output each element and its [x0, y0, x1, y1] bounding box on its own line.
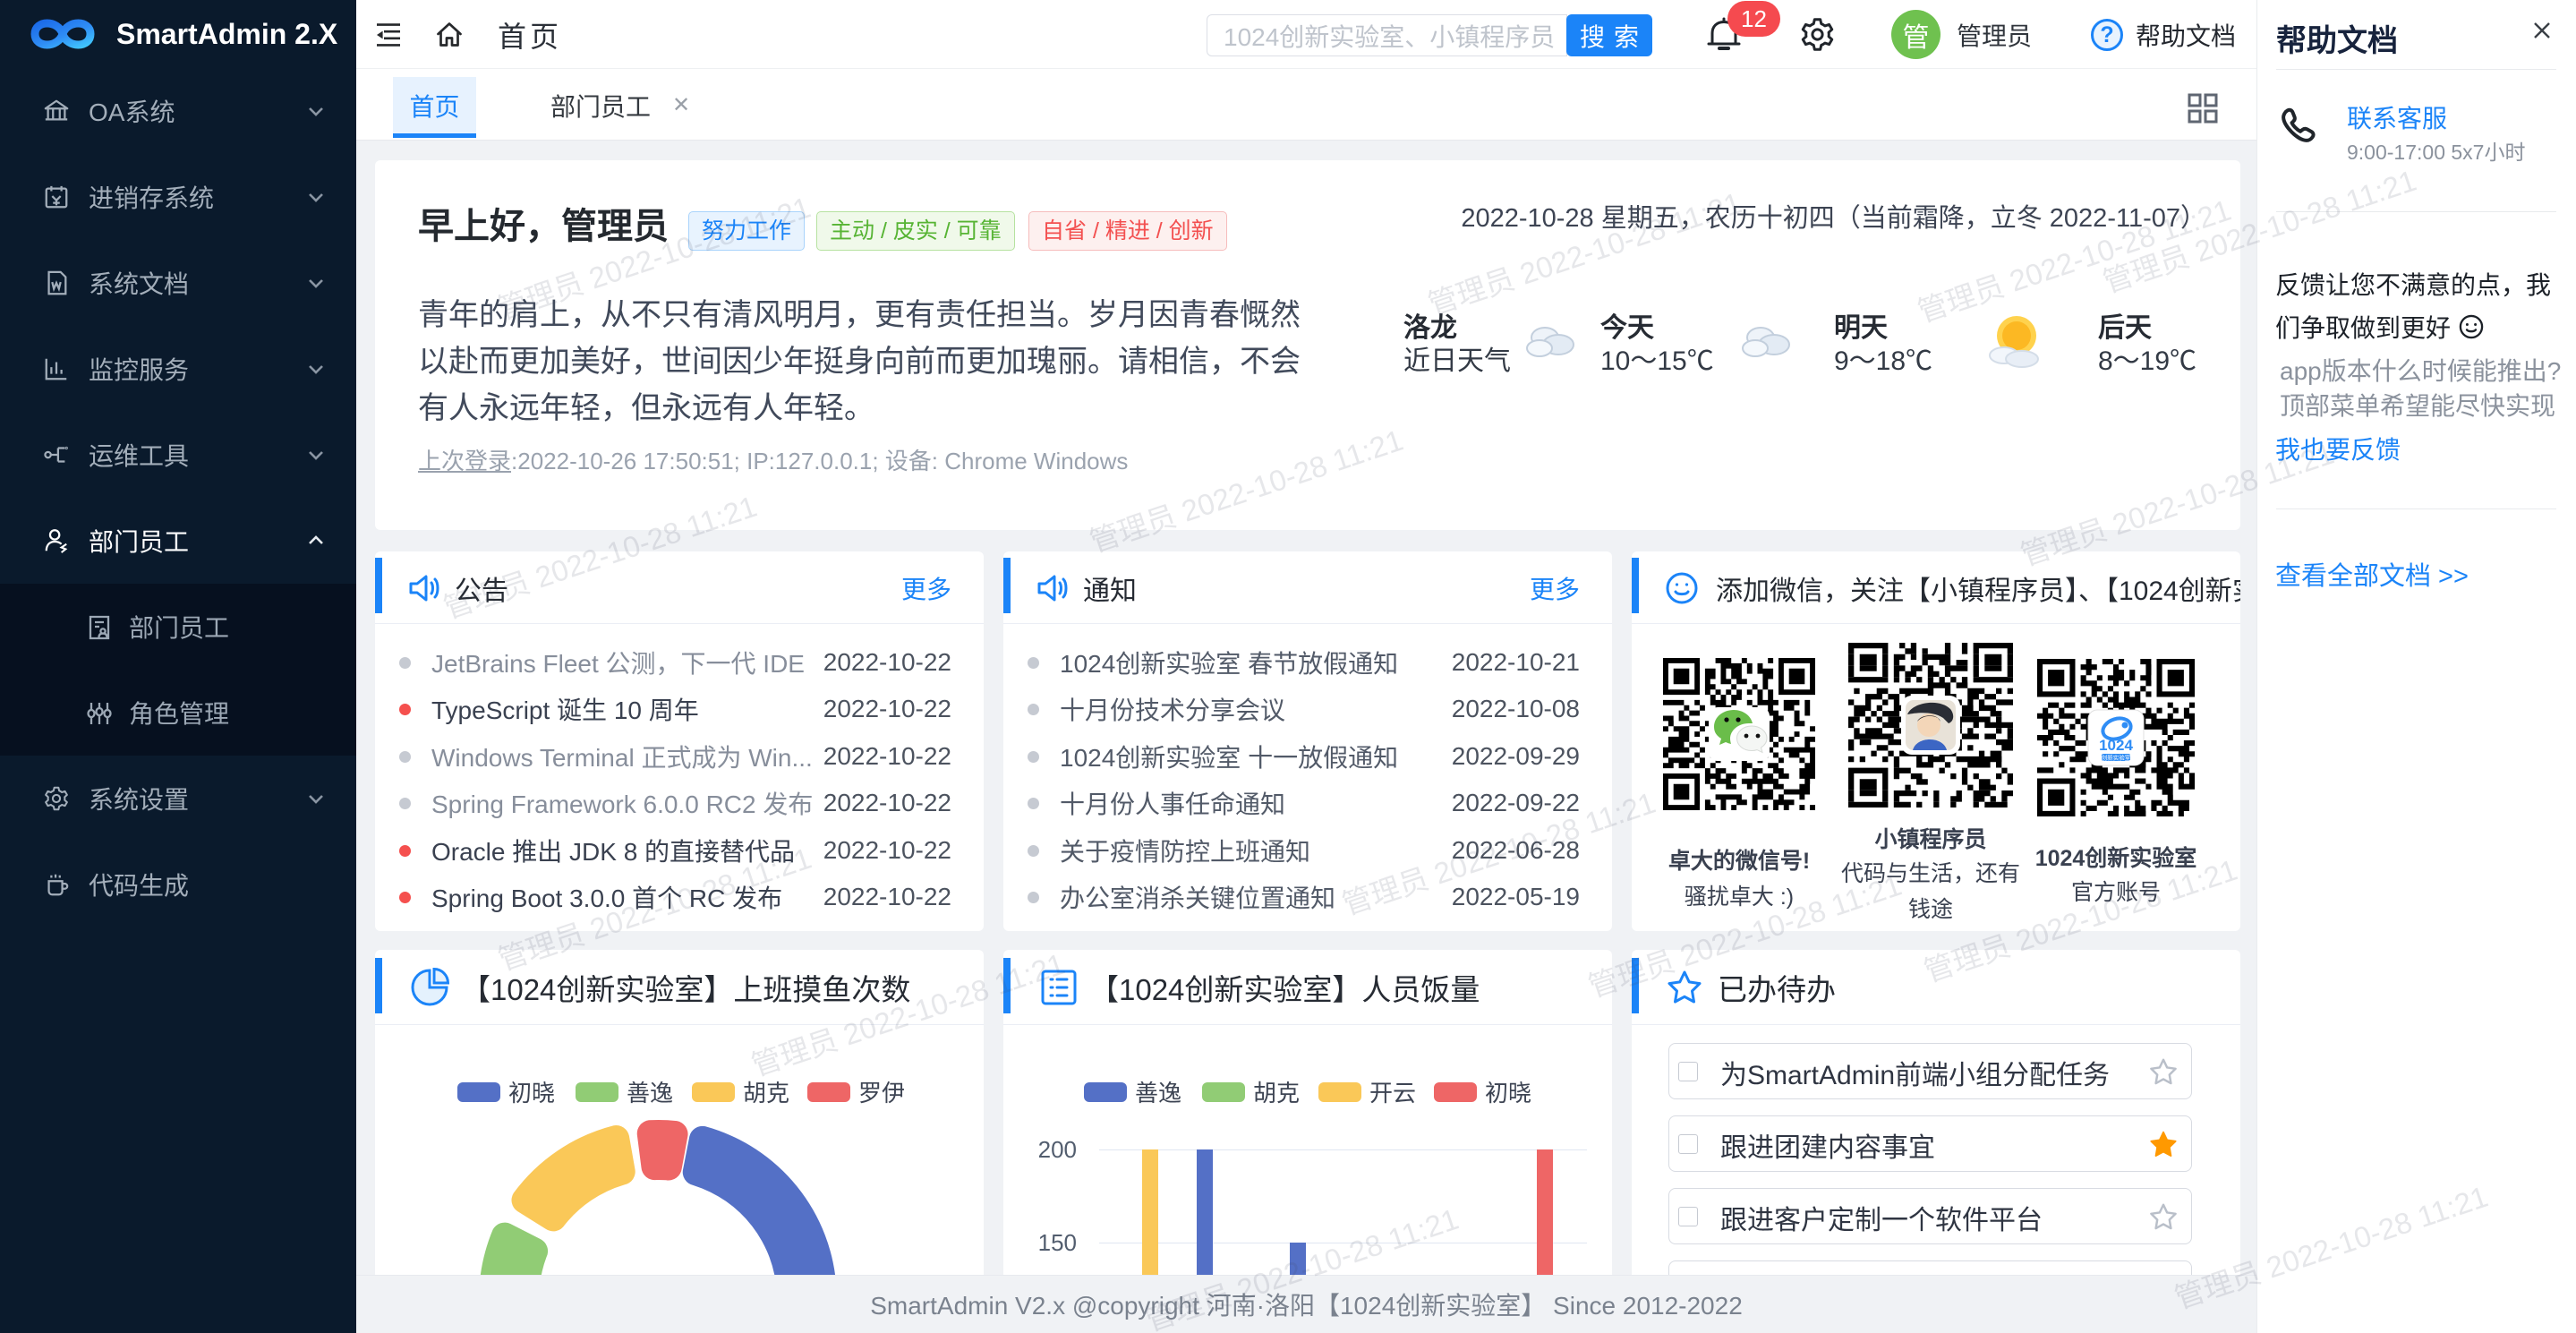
svg-text:创新实验室: 创新实验室 [2102, 754, 2131, 762]
svg-text:1024: 1024 [2099, 737, 2133, 754]
